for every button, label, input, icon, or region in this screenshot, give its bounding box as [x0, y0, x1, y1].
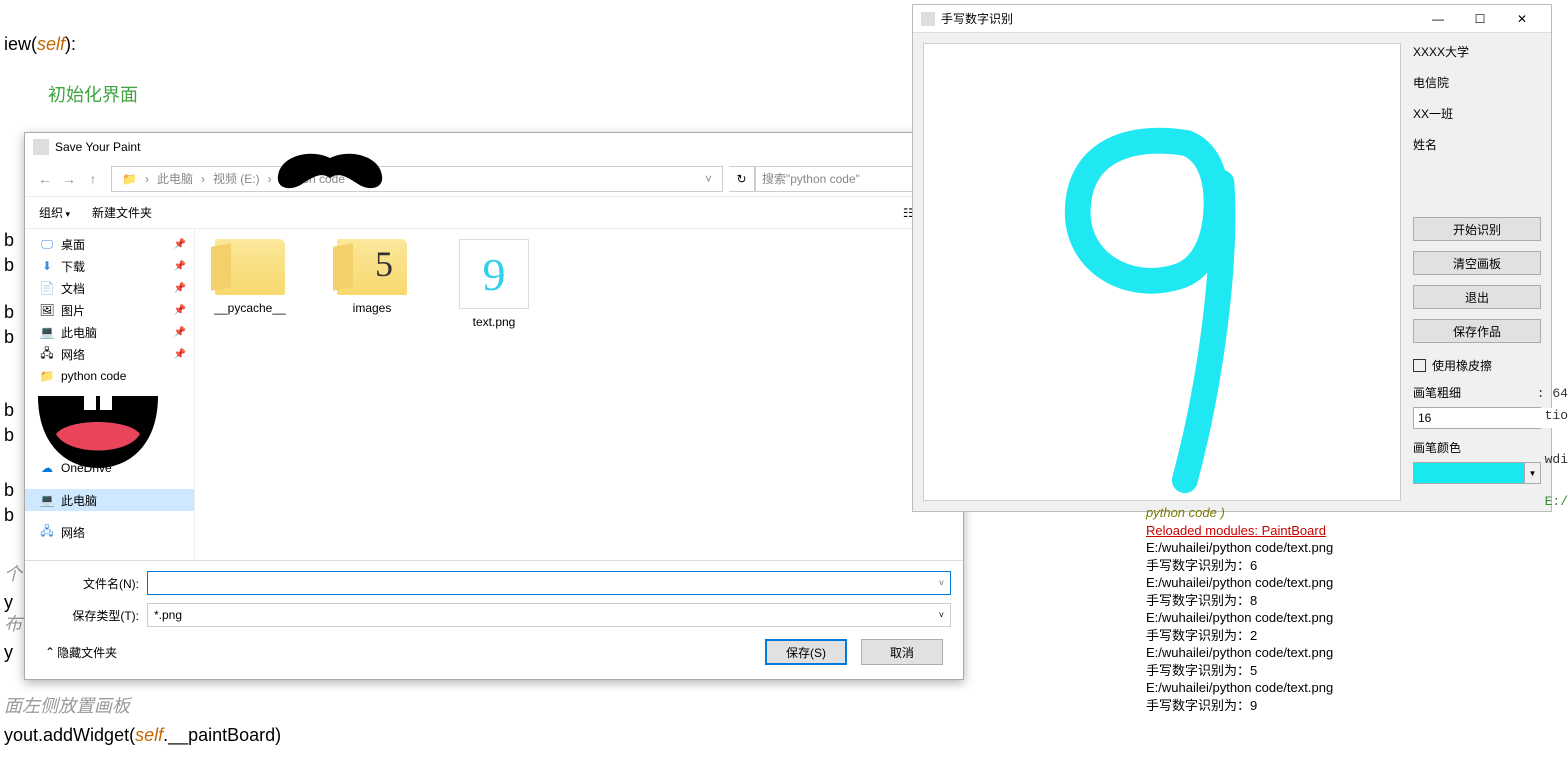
console-line: 手写数字识别为：2 [1146, 627, 1566, 645]
console-line: python code ) [1146, 504, 1566, 522]
console-line: E:/wuhailei/python code/text.png [1146, 679, 1566, 697]
crumb[interactable]: 视频 (E:) [213, 170, 260, 187]
close-icon[interactable]: ✕ [1501, 7, 1543, 31]
back-icon[interactable]: ← [33, 167, 57, 191]
file-item[interactable]: 9text.png [449, 239, 539, 329]
minimize-icon[interactable]: — [1417, 7, 1459, 31]
pin-icon: 📌 [174, 305, 186, 316]
code-self: self [37, 34, 65, 54]
nav-bar: ← → ↑ 📁 ›此电脑 ›视频 (E:) ›python code › ˅ ↻… [25, 161, 963, 197]
pin-icon: 📌 [174, 239, 186, 250]
organize-menu[interactable]: 组织 [39, 204, 70, 221]
dialog-title: Save Your Paint [55, 140, 140, 154]
code-frag: iew( [4, 34, 37, 54]
color-label: 画笔颜色 [1413, 439, 1541, 456]
label-name: 姓名 [1413, 136, 1541, 153]
folder-item[interactable]: __pycache__ [205, 239, 295, 315]
paint-canvas[interactable] [923, 43, 1401, 501]
recognize-button[interactable]: 开始识别 [1413, 217, 1541, 241]
code-frag: ): [65, 34, 76, 54]
console-output: python code ) Reloaded modules: PaintBoa… [1146, 504, 1566, 715]
forward-icon[interactable]: → [57, 167, 81, 191]
maximize-icon[interactable]: ☐ [1459, 7, 1501, 31]
edge-text: wdi [1545, 452, 1568, 467]
filename-input[interactable]: ˅ [147, 571, 951, 595]
crumb[interactable]: python code [280, 172, 345, 186]
control-panel: XXXX大学 电信院 XX一班 姓名 开始识别 清空画板 退出 保存作品 使用橡… [1413, 43, 1541, 501]
edge-text: tio [1545, 408, 1568, 423]
filetype-label: 保存类型(T): [37, 607, 147, 624]
recog-titlebar: 手写数字识别 — ☐ ✕ [913, 5, 1551, 33]
console-line: E:/wuhailei/python code/text.png [1146, 574, 1566, 592]
label-university: XXXX大学 [1413, 43, 1541, 60]
sidebar: 🖵桌面📌 ⬇下载📌 📄文档📌 🖼图片📌 💻此电脑📌 🖧网络📌 📁python c… [25, 229, 195, 560]
chevron-down-icon[interactable]: ▼ [1524, 463, 1540, 483]
sidebar-item-documents[interactable]: 📄文档📌 [25, 277, 194, 299]
app-icon [921, 12, 935, 26]
crumb[interactable]: 此电脑 [157, 170, 193, 187]
dialog-titlebar: Save Your Paint ✕ [25, 133, 963, 161]
console-line: 手写数字识别为：8 [1146, 592, 1566, 610]
thickness-label: 画笔粗细 [1413, 384, 1541, 401]
label-class: XX一班 [1413, 105, 1541, 122]
sidebar-item-pythoncode[interactable]: 📁python code [25, 365, 194, 387]
pin-icon: 📌 [174, 327, 186, 338]
sidebar-item-desktop[interactable]: 🖵桌面📌 [25, 233, 194, 255]
code-self: self [135, 725, 163, 745]
filename-label: 文件名(N): [37, 575, 147, 592]
code-comment: 面左侧放置画板 [4, 692, 281, 721]
exit-button[interactable]: 退出 [1413, 285, 1541, 309]
thickness-spinner[interactable]: ▲▼ [1413, 407, 1541, 429]
sidebar-item-network[interactable]: 🖧网络📌 [25, 343, 194, 365]
console-line: E:/wuhailei/python code/text.png [1146, 644, 1566, 662]
cancel-button[interactable]: 取消 [861, 639, 943, 665]
console-line: E:/wuhailei/python code/text.png [1146, 609, 1566, 627]
sidebar-item-pictures[interactable]: 🖼图片📌 [25, 299, 194, 321]
breadcrumb[interactable]: 📁 ›此电脑 ›视频 (E:) ›python code › ˅ [111, 166, 723, 192]
color-picker[interactable]: ▼ [1413, 462, 1541, 484]
edge-text: : 64 [1537, 386, 1568, 401]
console-line: E:/wuhailei/python code/text.png [1146, 539, 1566, 557]
search-placeholder: 搜索"python code" [762, 170, 860, 187]
hide-folders-toggle[interactable]: ⌃隐藏文件夹 [45, 644, 117, 661]
refresh-icon[interactable]: ↻ [729, 166, 755, 192]
save-button[interactable]: 保存(S) [765, 639, 847, 665]
app-icon [33, 139, 49, 155]
save-paint-button[interactable]: 保存作品 [1413, 319, 1541, 343]
toolbar: 组织 新建文件夹 ☷ ▾ ? [25, 197, 963, 229]
sidebar-item-network2[interactable]: 🖧网络 [25, 521, 194, 543]
drawn-digit [924, 44, 1400, 500]
clear-button[interactable]: 清空画板 [1413, 251, 1541, 275]
sidebar-item-onedrive[interactable]: ☁OneDrive [25, 457, 194, 479]
console-line: 手写数字识别为：6 [1146, 557, 1566, 575]
recognition-window: 手写数字识别 — ☐ ✕ XXXX大学 电信院 XX一班 姓名 开始识别 清空画… [912, 4, 1552, 512]
pin-icon: 📌 [174, 283, 186, 294]
eraser-checkbox[interactable]: 使用橡皮擦 [1413, 357, 1541, 374]
color-swatch [1414, 463, 1524, 483]
file-grid[interactable]: __pycache__ images 9text.png [195, 229, 963, 560]
sidebar-item-thispc[interactable]: 💻此电脑📌 [25, 321, 194, 343]
save-dialog: Save Your Paint ✕ ← → ↑ 📁 ›此电脑 ›视频 (E:) … [24, 132, 964, 680]
sidebar-item-downloads[interactable]: ⬇下载📌 [25, 255, 194, 277]
pin-icon: 📌 [174, 349, 186, 360]
edge-text: E:/ [1545, 494, 1568, 509]
label-college: 电信院 [1413, 74, 1541, 91]
dialog-footer: 文件名(N):˅ 保存类型(T):*.png˅ ⌃隐藏文件夹 保存(S) 取消 [25, 560, 963, 679]
console-line: Reloaded modules: PaintBoard [1146, 522, 1566, 540]
folder-item[interactable]: images [327, 239, 417, 315]
code-comment: 初始化界面 [4, 59, 830, 110]
console-line: 手写数字识别为：9 [1146, 697, 1566, 715]
console-line: 手写数字识别为：5 [1146, 662, 1566, 680]
sidebar-item-thispc2[interactable]: 💻此电脑 [25, 489, 194, 511]
up-icon[interactable]: ↑ [81, 167, 105, 191]
code-frag: yout.addWidget( [4, 725, 135, 745]
filetype-select[interactable]: *.png˅ [147, 603, 951, 627]
new-folder-button[interactable]: 新建文件夹 [92, 204, 152, 221]
pin-icon: 📌 [174, 261, 186, 272]
code-frag: .__paintBoard) [163, 725, 281, 745]
window-title: 手写数字识别 [941, 10, 1013, 27]
